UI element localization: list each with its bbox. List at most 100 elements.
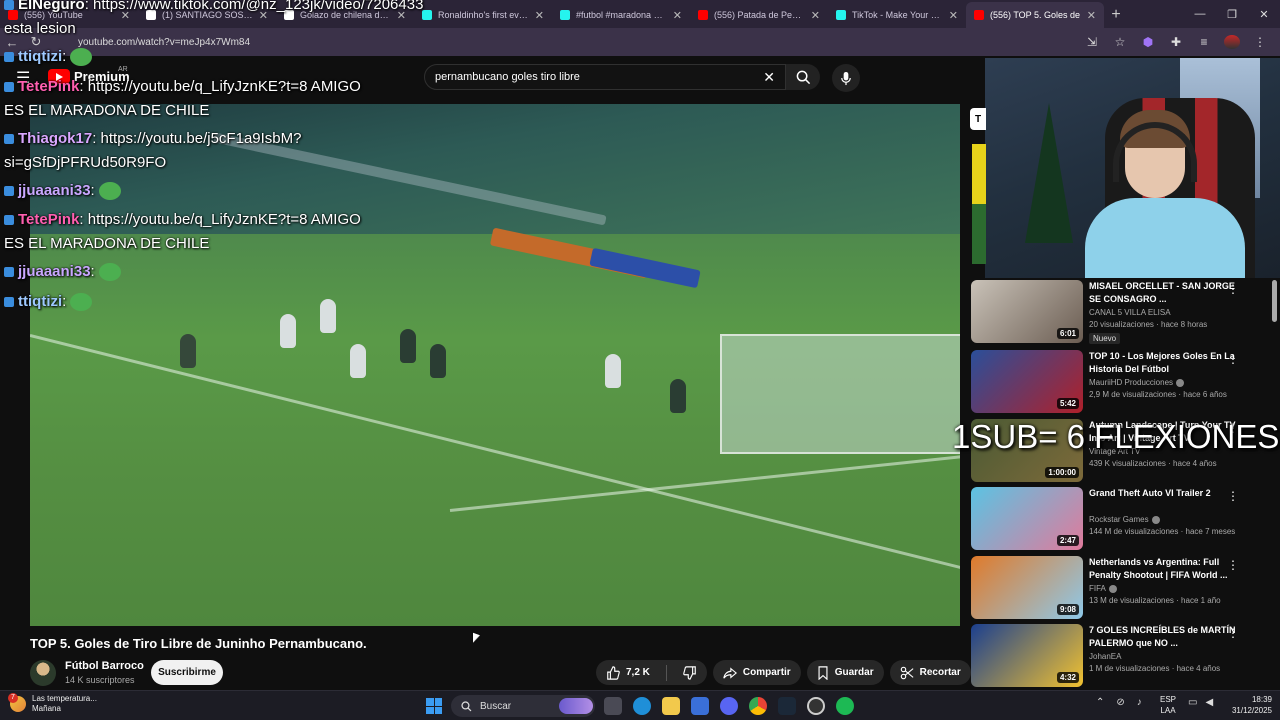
more-vertical-icon[interactable]: ⋮: [1227, 558, 1239, 572]
more-vertical-icon[interactable]: ⋮: [1227, 282, 1239, 296]
like-button[interactable]: 7,2 K: [596, 660, 660, 685]
close-tab-icon[interactable]: ✕: [397, 9, 406, 22]
browser-tab[interactable]: TikTok - Make Your Day ✕: [828, 2, 966, 28]
monitor-icon[interactable]: ▭: [1188, 697, 1197, 708]
url-field[interactable]: youtube.com/watch?v=meJp4x7Wm84: [78, 37, 250, 48]
browser-tab[interactable]: (556) TOP 5. Goles de ✕: [966, 2, 1104, 28]
clear-search-icon[interactable]: ✕: [763, 69, 775, 86]
bookmark-star-icon[interactable]: ☆: [1112, 35, 1128, 49]
browser-tab[interactable]: Ronaldinho's first ever go ✕: [414, 2, 552, 28]
share-label: Compartir: [742, 667, 791, 678]
close-tab-icon[interactable]: ✕: [949, 9, 958, 22]
save-button[interactable]: Guardar: [806, 660, 884, 685]
close-tab-icon[interactable]: ✕: [1087, 9, 1096, 22]
profile-avatar[interactable]: [1224, 35, 1240, 49]
recommendation-channel[interactable]: FIFA: [1089, 584, 1117, 593]
browser-tab[interactable]: (556) YouTube ✕: [0, 2, 138, 28]
recommendation-title[interactable]: 7 GOLES INCREÍBLES de MARTÍN PALERMO que…: [1089, 624, 1239, 650]
close-window-icon[interactable]: ✕: [1248, 0, 1280, 28]
recommendation-item[interactable]: 5:42 TOP 10 - Los Mejores Goles En La His…: [971, 350, 1271, 414]
clip-button[interactable]: Recortar: [889, 660, 971, 685]
video-duration: 4:32: [1056, 672, 1079, 683]
steam-icon[interactable]: [778, 697, 796, 715]
recommendation-meta: 144 M de visualizaciones · hace 7 meses: [1089, 527, 1236, 536]
channel-avatar[interactable]: [30, 660, 56, 686]
edge-icon[interactable]: [633, 697, 651, 715]
partial-thumbnail[interactable]: [972, 144, 986, 264]
volume-icon[interactable]: ◀: [1205, 697, 1213, 708]
task-view-icon[interactable]: [604, 697, 622, 715]
file-explorer-icon[interactable]: [662, 697, 680, 715]
filter-chip[interactable]: T: [970, 108, 986, 130]
video-player-figure: [670, 379, 686, 413]
store-icon[interactable]: [691, 697, 709, 715]
subscribe-button[interactable]: Suscribirme: [151, 660, 223, 685]
video-player[interactable]: [30, 104, 960, 626]
recommendation-thumbnail[interactable]: 9:08: [971, 556, 1083, 619]
chrome-icon[interactable]: [749, 697, 767, 715]
browser-tab[interactable]: #futbol #maradona #fue ✕: [552, 2, 690, 28]
more-vertical-icon[interactable]: ⋮: [1227, 626, 1239, 640]
more-vertical-icon[interactable]: ⋮: [1227, 352, 1239, 366]
browser-tab[interactable]: (556) Patada de Pepe a C ✕: [690, 2, 828, 28]
more-vertical-icon[interactable]: ⋮: [1227, 489, 1239, 503]
reload-icon[interactable]: ↻: [24, 34, 48, 50]
recommendation-channel[interactable]: CANAL 5 VILLA ELISA: [1089, 308, 1171, 317]
recommendation-item[interactable]: 6:01 MISAEL ORCELLET - SAN JORGE SE CONSA…: [971, 280, 1271, 344]
close-tab-icon[interactable]: ✕: [673, 9, 682, 22]
recommendation-thumbnail[interactable]: 2:47: [971, 487, 1083, 550]
language-indicator[interactable]: ESP LAA: [1160, 694, 1176, 716]
recommendation-title[interactable]: Netherlands vs Argentina: Full Penalty S…: [1089, 556, 1239, 582]
restore-icon[interactable]: ❐: [1216, 0, 1248, 28]
reading-list-icon[interactable]: ≡: [1196, 35, 1212, 49]
recommendation-title[interactable]: TOP 10 - Los Mejores Goles En La Histori…: [1089, 350, 1239, 376]
recommendation-item[interactable]: 2:47 Grand Theft Auto VI Trailer 2 Rocksta…: [971, 487, 1271, 551]
browser-tab[interactable]: Golazo de chilena de Mc ✕: [276, 2, 414, 28]
recommendation-channel[interactable]: MauriiHD Producciones: [1089, 378, 1185, 387]
channel-name[interactable]: Fútbol Barroco: [65, 660, 144, 672]
tab-favicon-icon: [974, 10, 984, 20]
recommendation-item[interactable]: 9:08 Netherlands vs Argentina: Full Penal…: [971, 556, 1271, 620]
video-player-figure: [605, 354, 621, 388]
network-off-icon[interactable]: ⊘: [1116, 697, 1124, 708]
thumbs-down-icon: [683, 665, 696, 680]
weather-widget[interactable]: 7 Las temperatura... Mañana: [8, 693, 97, 714]
recommendation-thumbnail[interactable]: 6:01: [971, 280, 1083, 343]
mic-tray-icon[interactable]: ♪: [1137, 697, 1142, 708]
close-tab-icon[interactable]: ✕: [811, 9, 820, 22]
sidebar-scrollbar[interactable]: [1272, 280, 1277, 322]
voice-search-button[interactable]: [832, 64, 860, 92]
install-app-icon[interactable]: ⇲: [1084, 35, 1100, 49]
search-input[interactable]: pernambucano goles tiro libre ✕: [424, 64, 786, 90]
search-button[interactable]: [786, 64, 820, 90]
taskbar-search[interactable]: Buscar: [451, 695, 595, 717]
window-controls: — ❐ ✕: [1184, 0, 1280, 28]
dislike-button[interactable]: [673, 660, 707, 685]
back-icon[interactable]: ←: [0, 35, 24, 50]
tray-chevron-icon[interactable]: ⌃: [1096, 697, 1104, 708]
close-tab-icon[interactable]: ✕: [121, 9, 130, 22]
close-tab-icon[interactable]: ✕: [535, 9, 544, 22]
recommendation-thumbnail[interactable]: 5:42: [971, 350, 1083, 413]
extension-icon[interactable]: ⬢: [1140, 35, 1156, 49]
share-button[interactable]: Compartir: [712, 660, 801, 685]
recommendation-thumbnail[interactable]: 4:32: [971, 624, 1083, 687]
close-tab-icon[interactable]: ✕: [259, 9, 268, 22]
recommendation-title[interactable]: Grand Theft Auto VI Trailer 2: [1089, 487, 1239, 500]
hamburger-menu-icon[interactable]: ☰: [16, 68, 30, 88]
obs-icon[interactable]: [807, 697, 825, 715]
discord-icon[interactable]: [720, 697, 738, 715]
recommendation-channel[interactable]: Rockstar Games: [1089, 515, 1160, 524]
kebab-menu-icon[interactable]: ⋮: [1252, 35, 1268, 49]
tab-title: Golazo de chilena de Mc: [300, 10, 391, 20]
taskbar-clock[interactable]: 18:39 31/12/2025: [1222, 694, 1272, 716]
new-tab-button[interactable]: +: [1104, 2, 1128, 28]
recommendation-channel[interactable]: JohanEA: [1089, 652, 1121, 661]
spotify-icon[interactable]: [836, 697, 854, 715]
minimize-icon[interactable]: —: [1184, 0, 1216, 28]
browser-tab[interactable]: (1) SANTIAGO SOSA - Se ✕: [138, 2, 276, 28]
recommendation-title[interactable]: MISAEL ORCELLET - SAN JORGE SE CONSAGRO …: [1089, 280, 1239, 306]
recommendation-item[interactable]: 4:32 7 GOLES INCREÍBLES de MARTÍN PALERMO…: [971, 624, 1271, 688]
puzzle-icon[interactable]: ✚: [1168, 35, 1184, 49]
start-button-icon[interactable]: [426, 698, 442, 714]
